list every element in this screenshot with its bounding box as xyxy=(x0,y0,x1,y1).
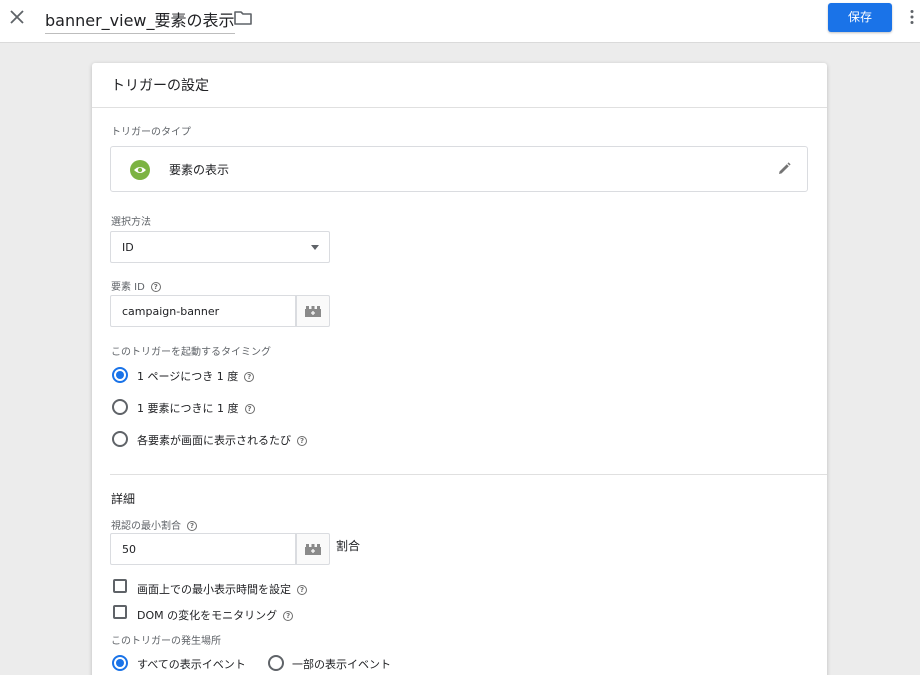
option-min-time: 画面上での最小表示時間を設定? xyxy=(137,581,307,597)
section-divider xyxy=(110,474,827,475)
close-icon[interactable] xyxy=(6,6,28,28)
radio-some-events[interactable] xyxy=(268,655,284,671)
radio-once-per-page[interactable] xyxy=(112,367,128,383)
trigger-config-card: トリガーの設定 トリガーのタイプ 要素の表示 選択方法 ID 要素 ID? ca… xyxy=(92,63,827,675)
header-divider xyxy=(92,107,827,108)
option-every-time-text: 各要素が画面に表示されるたび xyxy=(137,434,291,447)
variable-picker-button[interactable] xyxy=(296,295,330,327)
element-id-input[interactable]: campaign-banner xyxy=(110,295,296,327)
option-dom-changes-text: DOM の変化をモニタリング xyxy=(137,609,278,622)
help-icon[interactable]: ? xyxy=(150,282,161,292)
checkbox-dom-changes[interactable] xyxy=(113,605,127,619)
variable-picker-button[interactable] xyxy=(296,533,330,565)
folder-icon[interactable] xyxy=(233,9,253,27)
help-icon[interactable]: ? xyxy=(283,611,294,621)
min-ratio-input[interactable]: 50 xyxy=(110,533,296,565)
selection-method-select[interactable]: ID xyxy=(110,231,330,263)
element-id-value: campaign-banner xyxy=(122,305,220,318)
element-id-label-text: 要素 ID xyxy=(111,282,145,293)
trigger-name-input[interactable]: banner_view_要素の表示 xyxy=(45,7,235,34)
details-title: 詳細 xyxy=(111,492,136,506)
min-ratio-unit: 割合 xyxy=(336,539,361,553)
checkbox-min-time[interactable] xyxy=(113,579,127,593)
option-once-per-page-text: 1 ページにつき 1 度 xyxy=(137,370,239,383)
option-min-time-text: 画面上での最小表示時間を設定 xyxy=(137,583,291,596)
min-ratio-label: 視認の最小割合? xyxy=(111,517,197,532)
more-vert-icon[interactable] xyxy=(908,9,916,25)
fire-on-label: このトリガーの発生場所 xyxy=(111,636,221,647)
element-id-label: 要素 ID? xyxy=(111,278,161,293)
option-all-events: すべての表示イベント xyxy=(137,658,246,671)
option-once-per-element: 1 要素につきに 1 度? xyxy=(137,400,255,416)
min-ratio-label-text: 視認の最小割合 xyxy=(111,521,181,532)
radio-every-time[interactable] xyxy=(112,431,128,447)
trigger-type-name: 要素の表示 xyxy=(169,163,230,177)
save-button[interactable]: 保存 xyxy=(828,3,892,32)
help-icon[interactable]: ? xyxy=(244,404,255,414)
eye-icon xyxy=(130,160,150,180)
radio-all-events[interactable] xyxy=(112,655,128,671)
option-every-time: 各要素が画面に表示されるたび? xyxy=(137,432,307,448)
variable-brick-icon xyxy=(305,544,321,555)
variable-brick-icon xyxy=(305,306,321,317)
edit-pencil-icon[interactable] xyxy=(776,161,792,177)
trigger-type-selector[interactable]: 要素の表示 xyxy=(110,146,808,192)
option-once-per-page: 1 ページにつき 1 度? xyxy=(137,368,255,384)
help-icon[interactable]: ? xyxy=(244,372,255,382)
option-some-events: 一部の表示イベント xyxy=(292,658,391,671)
help-icon[interactable]: ? xyxy=(187,521,197,531)
selection-method-label: 選択方法 xyxy=(111,217,151,228)
help-icon[interactable]: ? xyxy=(297,585,307,595)
option-dom-changes: DOM の変化をモニタリング? xyxy=(137,607,294,623)
help-icon[interactable]: ? xyxy=(297,436,307,446)
top-bar: banner_view_要素の表示 保存 xyxy=(0,0,920,43)
selection-method-value: ID xyxy=(122,241,134,254)
option-once-per-element-text: 1 要素につきに 1 度 xyxy=(137,402,239,415)
card-title: トリガーの設定 xyxy=(111,78,209,94)
radio-once-per-element[interactable] xyxy=(112,399,128,415)
timing-label: このトリガーを起動するタイミング xyxy=(111,347,271,358)
min-ratio-value: 50 xyxy=(122,543,136,556)
trigger-type-label: トリガーのタイプ xyxy=(111,127,191,138)
dropdown-caret-icon xyxy=(311,245,319,250)
